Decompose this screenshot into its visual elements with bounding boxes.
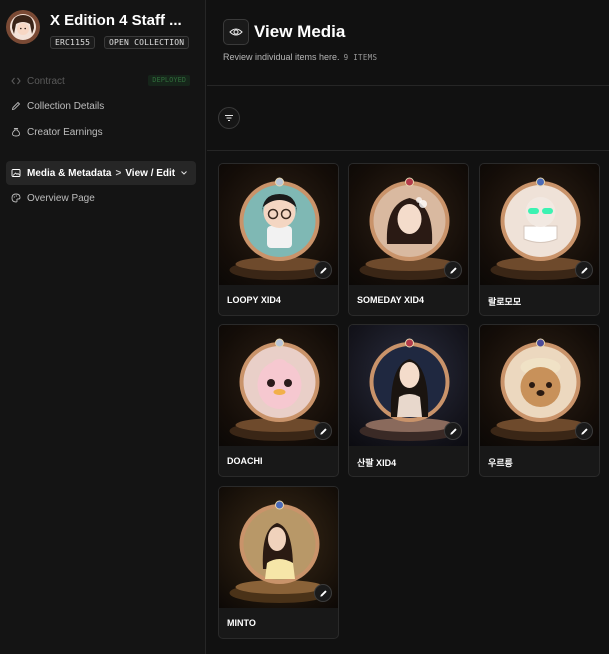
sidebar: X Edition 4 Staff ... ERC1155 OPEN COLLE… xyxy=(0,0,206,654)
image-icon xyxy=(11,168,21,178)
sidebar-item-label: Contract xyxy=(27,75,65,87)
media-name: 우르릉 xyxy=(488,458,513,468)
media-name: MINTO xyxy=(227,618,256,628)
edit-button[interactable] xyxy=(444,422,462,440)
media-name: DOACHI xyxy=(227,456,263,466)
media-name: SOMEDAY XID4 xyxy=(357,295,425,305)
divider xyxy=(207,85,609,86)
edit-button[interactable] xyxy=(444,261,462,279)
media-card[interactable]: 우르릉 xyxy=(479,324,600,477)
pencil-icon xyxy=(580,427,588,435)
edit-button[interactable] xyxy=(314,584,332,602)
token-standard-badge: ERC1155 xyxy=(50,36,96,49)
media-name: 랄로모모 xyxy=(488,297,522,307)
edit-button[interactable] xyxy=(314,261,332,279)
pencil-icon xyxy=(449,266,457,274)
subtitle-text: Review individual items here. xyxy=(223,52,340,62)
media-card[interactable]: LOOPY XID4 xyxy=(218,163,339,316)
breadcrumb-separator: > xyxy=(115,167,122,179)
media-name: LOOPY XID4 xyxy=(227,295,281,305)
sidebar-item-label: Collection Details xyxy=(27,100,105,112)
sidebar-item-sublabel: View / Edit xyxy=(125,167,176,179)
divider xyxy=(207,150,609,151)
sidebar-item-media-metadata[interactable]: Media & Metadata > View / Edit xyxy=(6,161,196,185)
pencil-icon xyxy=(580,266,588,274)
sidebar-item-creator-earnings[interactable]: Creator Earnings xyxy=(6,121,196,143)
code-icon xyxy=(11,76,21,86)
pencil-icon xyxy=(319,589,327,597)
page-title: View Media xyxy=(254,22,346,41)
filter-button[interactable] xyxy=(218,107,240,129)
deployed-badge: DEPLOYED xyxy=(148,75,190,86)
palette-icon xyxy=(11,193,21,203)
edit-button[interactable] xyxy=(314,422,332,440)
media-card[interactable]: 랄로모모 xyxy=(479,163,600,316)
media-card[interactable]: 산팔 XID4 xyxy=(348,324,469,477)
item-count: 9 ITEMS xyxy=(343,53,378,62)
sidebar-item-overview-page[interactable]: Overview Page xyxy=(6,187,196,209)
pencil-icon xyxy=(319,427,327,435)
filter-icon xyxy=(225,114,233,122)
page-subtitle: Review individual items here. 9 ITEMS xyxy=(223,52,377,62)
media-name: 산팔 XID4 xyxy=(357,458,397,468)
sidebar-item-collection-details[interactable]: Collection Details xyxy=(6,95,196,117)
collection-avatar xyxy=(6,10,40,44)
pencil-icon xyxy=(319,266,327,274)
pencil-icon xyxy=(11,101,21,111)
sidebar-item-label: Media & Metadata xyxy=(27,167,112,179)
collection-header: X Edition 4 Staff ... ERC1155 OPEN COLLE… xyxy=(6,10,202,50)
eye-icon xyxy=(223,19,249,45)
chevron-down-icon[interactable] xyxy=(180,169,188,180)
collection-type-badge: OPEN COLLECTION xyxy=(104,36,190,49)
main-panel: View Media Review individual items here.… xyxy=(207,0,609,654)
edit-button[interactable] xyxy=(575,261,593,279)
money-bag-icon xyxy=(11,127,21,137)
pencil-icon xyxy=(449,427,457,435)
media-card[interactable]: DOACHI xyxy=(218,324,339,477)
media-card[interactable]: SOMEDAY XID4 xyxy=(348,163,469,316)
sidebar-item-label: Overview Page xyxy=(27,192,95,204)
sidebar-item-label: Creator Earnings xyxy=(27,126,103,138)
collection-title: X Edition 4 Staff ... xyxy=(50,12,182,29)
edit-button[interactable] xyxy=(575,422,593,440)
media-card[interactable]: MINTO xyxy=(218,486,339,639)
sidebar-item-contract[interactable]: Contract DEPLOYED xyxy=(6,70,196,92)
